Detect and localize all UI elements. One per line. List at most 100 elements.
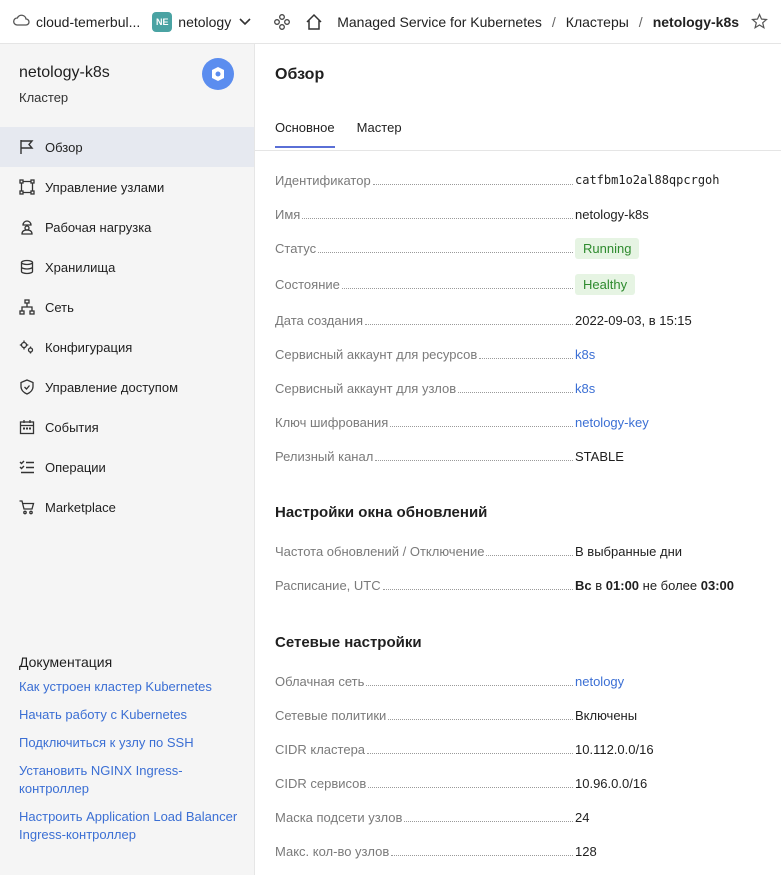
kubernetes-icon: [202, 58, 234, 90]
property-label: Дата создания: [275, 312, 364, 328]
property-value: netology-k8s: [575, 206, 649, 222]
property-label: Сервисный аккаунт для ресурсов: [275, 346, 478, 362]
sidebar-item-label: События: [45, 419, 99, 435]
breadcrumb-service[interactable]: Managed Service for Kubernetes: [337, 14, 542, 30]
sidebar-item-label: Marketplace: [45, 499, 116, 515]
doc-link[interactable]: Начать работу с Kubernetes: [19, 706, 239, 724]
sidebar-item-nodes[interactable]: Управление узлами: [0, 167, 254, 207]
property-row-kms-key: Ключ шифрования netology-key: [275, 410, 765, 434]
network-icon: [19, 299, 35, 315]
chevron-down-icon: [239, 17, 251, 26]
cloud-network-link[interactable]: netology: [575, 674, 765, 689]
docs-title: Документация: [19, 654, 113, 670]
home-icon[interactable]: [305, 13, 323, 31]
property-label: Сетевые политики: [275, 707, 387, 723]
sidebar-item-events[interactable]: События: [0, 407, 254, 447]
sidebar-item-label: Управление узлами: [45, 179, 165, 195]
cloud-selector[interactable]: cloud-temerbul...: [0, 0, 140, 44]
property-label: Релизный канал: [275, 448, 374, 464]
service-account-link[interactable]: k8s: [575, 347, 765, 362]
property-value: 2022-09-03, в 15:15: [575, 312, 692, 328]
breadcrumb-current: netology-k8s: [652, 13, 740, 30]
gears-icon: [19, 339, 35, 355]
cluster-type: Кластер: [19, 90, 69, 105]
property-label: Маска подсети узлов: [275, 809, 403, 825]
sidebar-item-network[interactable]: Сеть: [0, 287, 254, 327]
list-icon: [19, 459, 35, 475]
sidebar-item-workload[interactable]: Рабочая нагрузка: [0, 207, 254, 247]
property-value: В выбранные дни: [575, 543, 683, 559]
property-label: Сервисный аккаунт для узлов: [275, 380, 457, 396]
section-title-updates: Настройки окна обновлений: [275, 504, 488, 521]
sidebar-item-marketplace[interactable]: Marketplace: [0, 487, 254, 527]
property-row-node-mask: Маска подсети узлов 24: [275, 805, 765, 829]
folder-badge: NE: [152, 11, 173, 32]
schedule-limit: не более: [642, 577, 698, 593]
sidebar-item-storage[interactable]: Хранилища: [0, 247, 254, 287]
sidebar-item-configuration[interactable]: Конфигурация: [0, 327, 254, 367]
property-label: Статус: [275, 240, 317, 256]
doc-link[interactable]: Установить NGINX Ingress-контроллер: [19, 762, 239, 798]
property-row-health: Состояние Healthy: [275, 272, 765, 296]
sidebar-item-access[interactable]: Управление доступом: [0, 367, 254, 407]
folder-label: netology: [178, 13, 232, 30]
property-value: 10.96.0.0/16: [575, 775, 648, 791]
tabs-divider: [255, 150, 781, 151]
nodes-icon: [19, 179, 35, 195]
property-label: Идентификатор: [275, 172, 371, 188]
tab-master[interactable]: Мастер: [357, 120, 402, 148]
property-label: Имя: [275, 206, 301, 222]
breadcrumb-clusters[interactable]: Кластеры: [566, 14, 629, 30]
health-badge: Healthy: [575, 273, 636, 295]
property-row-network-policy: Сетевые политики Включены: [275, 703, 765, 727]
calendar-icon: [19, 419, 35, 435]
service-account-link[interactable]: k8s: [575, 381, 765, 396]
breadcrumb-separator: /: [638, 13, 643, 30]
property-row-created: Дата создания 2022-09-03, в 15:15: [275, 308, 765, 332]
property-row-name: Имя netology-k8s: [275, 202, 765, 226]
doc-link[interactable]: Настроить Application Load Balancer Ingr…: [19, 808, 239, 844]
sidebar-item-label: Сеть: [45, 299, 74, 315]
property-label: Ключ шифрования: [275, 414, 389, 430]
sidebar-item-label: Управление доступом: [45, 379, 179, 395]
sidebar-item-label: Обзор: [45, 139, 83, 155]
top-bar: cloud-temerbul... NE netology Managed Se…: [0, 0, 781, 44]
property-label: Состояние: [275, 276, 340, 292]
section-title-network: Сетевые настройки: [275, 634, 422, 651]
schedule-in: в: [595, 577, 603, 593]
schedule-day: Вс: [575, 577, 592, 593]
property-row-cluster-cidr: CIDR кластера 10.112.0.0/16: [275, 737, 765, 761]
sidebar-item-label: Операции: [45, 459, 106, 475]
flag-icon: [19, 139, 35, 155]
property-label: Макс. кол-во узлов: [275, 843, 390, 859]
tab-general[interactable]: Основное: [275, 120, 335, 148]
doc-link[interactable]: Подключиться к узлу по SSH: [19, 734, 239, 752]
breadcrumb: Managed Service for Kubernetes / Кластер…: [273, 13, 769, 31]
property-value: 10.112.0.0/16: [575, 741, 654, 757]
sidebar-item-operations[interactable]: Операции: [0, 447, 254, 487]
property-row-cloud-network: Облачная сеть netology: [275, 669, 765, 693]
schedule-value: Вс в 01:00 не более 03:00: [575, 578, 765, 593]
documentation-section: Документация Как устроен кластер Kuberne…: [19, 654, 239, 854]
star-icon[interactable]: [751, 13, 769, 30]
property-row-schedule: Расписание, UTC Вс в 01:00 не более 03:0…: [275, 573, 765, 597]
property-row-service-cidr: CIDR сервисов 10.96.0.0/16: [275, 771, 765, 795]
sidebar-item-overview[interactable]: Обзор: [0, 127, 254, 167]
doc-link[interactable]: Как устроен кластер Kubernetes: [19, 678, 239, 696]
services-icon[interactable]: [273, 13, 291, 31]
property-row-resource-sa: Сервисный аккаунт для ресурсов k8s: [275, 342, 765, 366]
property-row-id: Идентификатор catfbm1o2al88qpcrgoh: [275, 168, 765, 192]
property-row-update-freq: Частота обновлений / Отключение В выбран…: [275, 539, 765, 563]
schedule-duration: 03:00: [700, 577, 734, 593]
property-label: Облачная сеть: [275, 673, 365, 689]
property-row-max-nodes: Макс. кол-во узлов 128: [275, 839, 765, 863]
property-value: STABLE: [575, 448, 624, 464]
folder-selector[interactable]: NE netology: [152, 0, 251, 44]
status-badge: Running: [575, 237, 640, 259]
kms-key-link[interactable]: netology-key: [575, 415, 765, 430]
property-label: Расписание, UTC: [275, 577, 381, 593]
cart-icon: [19, 499, 35, 515]
sidebar-item-label: Рабочая нагрузка: [45, 219, 152, 235]
shield-icon: [19, 379, 35, 395]
property-value: catfbm1o2al88qpcrgoh: [575, 173, 720, 187]
